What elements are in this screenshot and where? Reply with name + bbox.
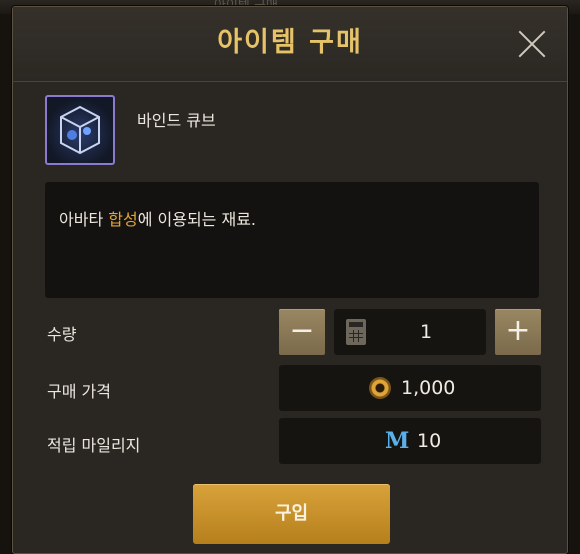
description-suffix: 에 이용되는 재료. — [137, 210, 257, 229]
mileage-icon: M — [385, 428, 410, 454]
price-box: 1,000 — [279, 365, 541, 411]
mileage-label: 적립 마일리지 — [47, 436, 141, 455]
close-icon[interactable] — [515, 27, 549, 61]
buy-button[interactable]: 구입 — [193, 484, 390, 544]
purchase-dialog: 아이템 구매 바인드 큐브 아바타 합성에 이용되는 재료. 수량 − 1 + … — [12, 6, 568, 554]
mileage-box: M 10 — [279, 418, 541, 464]
dialog-header: 아이템 구매 — [13, 7, 567, 82]
price-label: 구매 가격 — [47, 382, 111, 401]
quantity-field[interactable]: 1 — [334, 309, 486, 355]
price-value: 1,000 — [401, 377, 456, 399]
quantity-label: 수량 — [47, 325, 77, 344]
item-name: 바인드 큐브 — [137, 111, 216, 130]
cube-icon — [60, 105, 100, 155]
description-box: 아바타 합성에 이용되는 재료. — [45, 182, 539, 298]
mileage-value: 10 — [417, 430, 442, 452]
dialog-title: 아이템 구매 — [217, 27, 363, 58]
description-highlight: 합성 — [108, 210, 138, 229]
item-description: 아바타 합성에 이용되는 재료. — [59, 206, 256, 230]
quantity-value: 1 — [420, 321, 433, 343]
increase-quantity-button[interactable]: + — [495, 309, 541, 355]
description-prefix: 아바타 — [59, 210, 109, 229]
decrease-quantity-button[interactable]: − — [279, 309, 325, 355]
coin-icon — [369, 377, 391, 399]
bind-cube-icon — [45, 95, 115, 165]
calculator-icon[interactable] — [346, 319, 366, 345]
